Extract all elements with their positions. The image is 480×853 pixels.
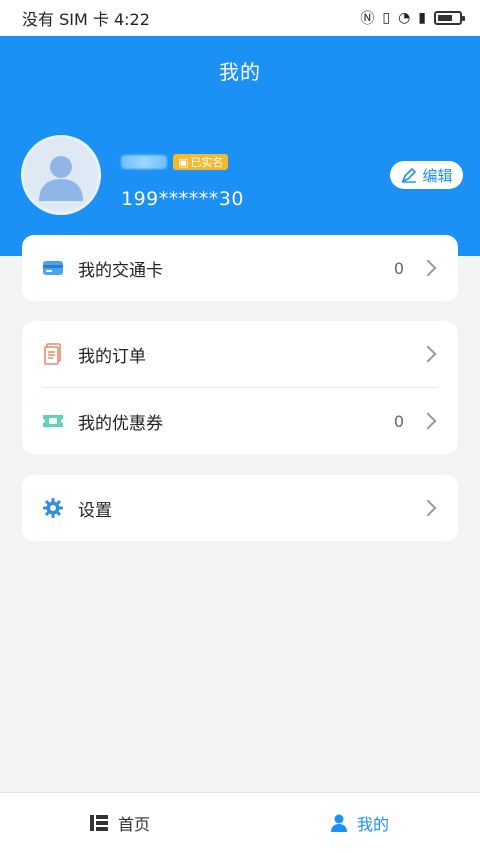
status-icons: Ⓝ ▯ ◔ ▮ <box>360 8 465 28</box>
carrier-time-text: 没有 SIM 卡 4:22 <box>22 10 150 29</box>
edit-button[interactable]: 编辑 <box>390 161 463 189</box>
username-masked <box>121 155 167 169</box>
tab-mine-label: 我的 <box>356 815 389 834</box>
menu-item-label: 我的订单 <box>78 346 146 367</box>
menu-item-label: 我的交通卡 <box>78 260 163 281</box>
edit-pen-icon <box>402 167 417 183</box>
avatar[interactable] <box>21 135 101 215</box>
orders-coupons-section: 我的订单 我的优惠券 0 <box>22 321 458 454</box>
menu-item-coupons[interactable]: 我的优惠券 0 <box>22 388 458 454</box>
menu-item-transit-card[interactable]: 我的交通卡 0 <box>22 235 458 301</box>
document-icon <box>42 343 64 365</box>
coupons-count: 0 <box>393 411 404 431</box>
home-logo-icon <box>89 815 108 831</box>
wifi-icon: ◔ <box>398 10 411 26</box>
edit-button-label: 编辑 <box>422 166 453 185</box>
transit-card-count: 0 <box>393 258 404 278</box>
gear-icon <box>42 497 64 519</box>
chevron-right-icon <box>419 345 437 363</box>
nfc-icon: Ⓝ <box>360 11 375 27</box>
transit-card-section: 我的交通卡 0 <box>22 235 458 301</box>
battery-saver-icon: ▮ <box>418 10 426 26</box>
chevron-right-icon <box>419 412 437 430</box>
settings-section: 设置 <box>22 475 458 541</box>
phone-number: 199******30 <box>121 188 244 210</box>
user-icon <box>330 814 347 832</box>
battery-icon <box>434 11 465 25</box>
menu-item-orders[interactable]: 我的订单 <box>22 321 458 387</box>
page-title: 我的 <box>219 60 261 84</box>
verified-badge: ▣ 已实名 <box>173 154 229 170</box>
menu-item-settings[interactable]: 设置 <box>22 475 458 541</box>
vibrate-icon: ▯ <box>382 10 391 26</box>
bottom-tab-bar: 首页 我的 <box>0 792 480 853</box>
chevron-right-icon <box>419 259 437 277</box>
menu-item-label: 设置 <box>78 500 112 521</box>
tab-mine[interactable]: 我的 <box>240 793 480 853</box>
verified-badge-label: 已实名 <box>190 156 224 169</box>
coupon-icon <box>42 410 64 432</box>
tab-home-label: 首页 <box>117 815 150 834</box>
status-bar: 没有 SIM 卡 4:22 Ⓝ ▯ ◔ ▮ <box>0 0 480 36</box>
id-card-icon: ▣ <box>178 155 189 169</box>
tab-home[interactable]: 首页 <box>0 793 240 853</box>
user-silhouette-icon <box>39 156 83 201</box>
card-icon <box>42 257 64 279</box>
chevron-right-icon <box>419 499 437 517</box>
menu-item-label: 我的优惠券 <box>78 413 163 434</box>
